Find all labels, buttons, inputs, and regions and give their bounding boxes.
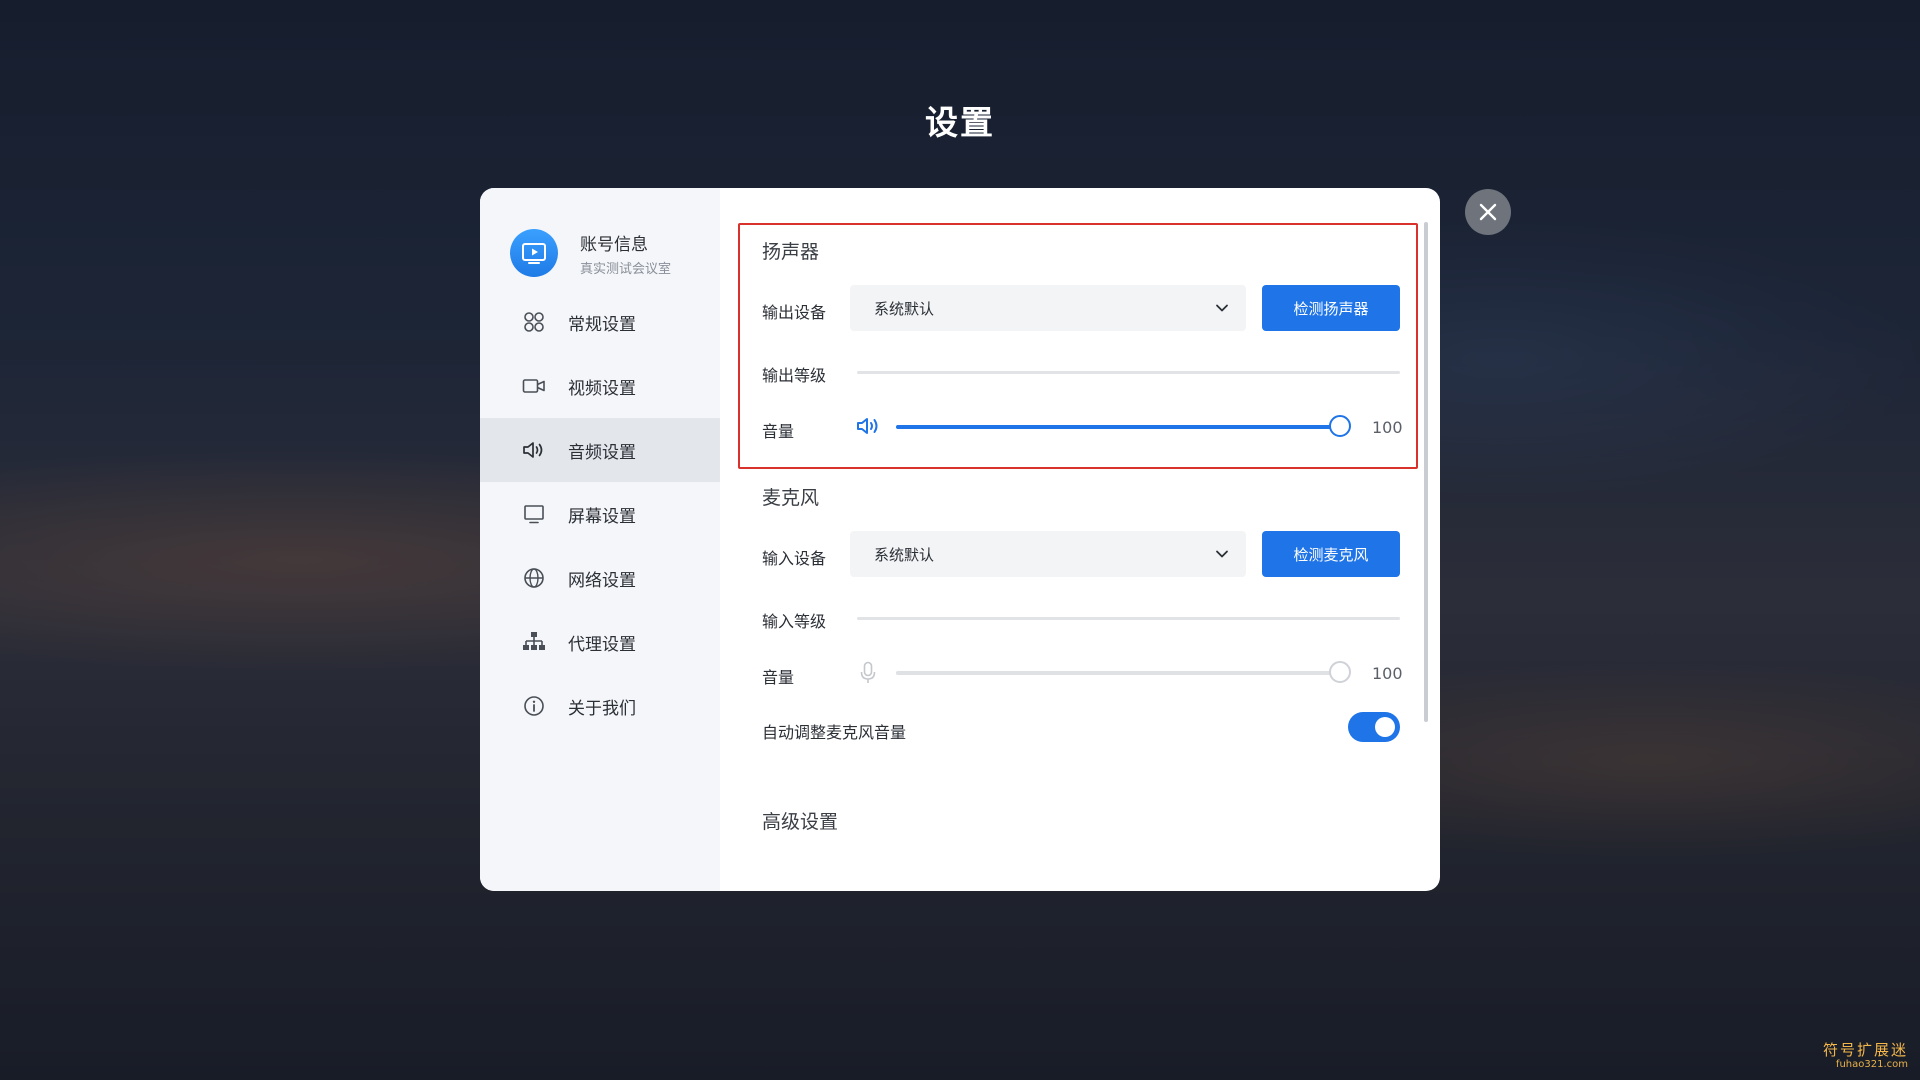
input-device-label: 输入设备 [762,549,827,568]
speaker-volume-icon [857,418,878,434]
input-level-meter [857,617,1400,620]
output-device-label: 输出设备 [762,303,827,322]
account-subtitle: 真实测试会议室 [580,261,672,277]
microphone-volume-label: 音量 [762,668,795,687]
sidebar-item-network[interactable]: 网络设置 [480,546,720,610]
settings-dialog: 账号信息 真实测试会议室 常规设置 视频设置 音频设置 屏幕设置 网络设置 代理… [480,188,1440,891]
globe-icon [522,566,546,590]
output-level-meter [857,371,1400,374]
settings-sidebar: 账号信息 真实测试会议室 常规设置 视频设置 音频设置 屏幕设置 网络设置 代理… [480,188,720,891]
watermark: 符号扩展迷 fuhao321.com [1823,1043,1908,1070]
sidebar-item-label: 常规设置 [568,314,636,335]
sidebar-item-label: 关于我们 [568,698,636,719]
sidebar-item-screen[interactable]: 屏幕设置 [480,482,720,546]
test-microphone-button[interactable]: 检测麦克风 [1262,531,1400,577]
account-text: 账号信息 真实测试会议室 [580,230,671,277]
output-device-value: 系统默认 [874,299,935,318]
advanced-settings-title[interactable]: 高级设置 [762,807,838,834]
input-level-label: 输入等级 [762,612,827,631]
test-speaker-button[interactable]: 检测扬声器 [1262,285,1400,331]
page-title: 设置 [925,103,995,142]
sidebar-item-general[interactable]: 常规设置 [480,290,720,354]
output-device-select[interactable]: 系统默认 [850,285,1246,331]
microphone-volume-fill [896,671,1340,675]
chevron-down-icon [1216,304,1228,312]
watermark-main: 符号扩展迷 [1822,1041,1908,1059]
network-tree-icon [522,630,546,654]
sidebar-item-about[interactable]: 关于我们 [480,674,720,738]
microphone-volume-thumb[interactable] [1329,661,1351,683]
video-camera-icon [522,374,546,398]
microphone-title: 麦克风 [762,487,820,509]
speaker-section: 扬声器 输出设备 系统默认 检测扬声器 输出等级 音量 100 [738,223,1418,469]
microphone-volume-slider[interactable] [896,661,1351,683]
sidebar-item-label: 代理设置 [568,634,636,655]
microphone-icon [860,661,876,683]
microphone-section: 麦克风 输入设备 系统默认 检测麦克风 输入等级 音量 100 自动调整麦克风音… [738,478,1418,758]
info-icon [522,694,546,718]
microphone-volume-value: 100 [1372,664,1403,683]
output-level-label: 输出等级 [762,366,827,385]
auto-adjust-label: 自动调整麦克风音量 [762,723,907,742]
speaker-volume-slider[interactable] [896,415,1351,437]
speaker-title: 扬声器 [762,241,820,263]
audio-settings-content: 扬声器 输出设备 系统默认 检测扬声器 输出等级 音量 100 麦克风 输入设备… [720,188,1440,891]
sidebar-item-audio[interactable]: 音频设置 [480,418,720,482]
close-icon [1479,203,1497,221]
chevron-down-icon [1216,550,1228,558]
grid-circles-icon [522,310,546,334]
close-button[interactable] [1465,189,1511,235]
scrollbar[interactable] [1424,222,1428,722]
speaker-volume-label: 音量 [762,422,795,441]
auto-adjust-toggle[interactable] [1348,712,1400,742]
play-screen-icon [522,243,546,264]
monitor-icon [522,502,546,526]
sidebar-account[interactable]: 账号信息 真实测试会议室 [480,226,720,280]
watermark-sub: fuhao321.com [1835,1059,1908,1070]
sidebar-item-video[interactable]: 视频设置 [480,354,720,418]
speaker-icon [522,438,546,462]
sidebar-item-label: 屏幕设置 [568,506,636,527]
input-device-select[interactable]: 系统默认 [850,531,1246,577]
sidebar-item-proxy[interactable]: 代理设置 [480,610,720,674]
sidebar-item-label: 视频设置 [568,378,636,399]
input-device-value: 系统默认 [874,545,935,564]
sidebar-item-label: 网络设置 [568,570,636,591]
speaker-volume-fill [896,425,1340,429]
account-name: 账号信息 [580,234,648,255]
speaker-volume-value: 100 [1372,418,1403,437]
toggle-knob [1375,717,1395,737]
avatar [510,229,558,277]
speaker-volume-thumb[interactable] [1329,415,1351,437]
sidebar-item-label: 音频设置 [568,442,636,463]
